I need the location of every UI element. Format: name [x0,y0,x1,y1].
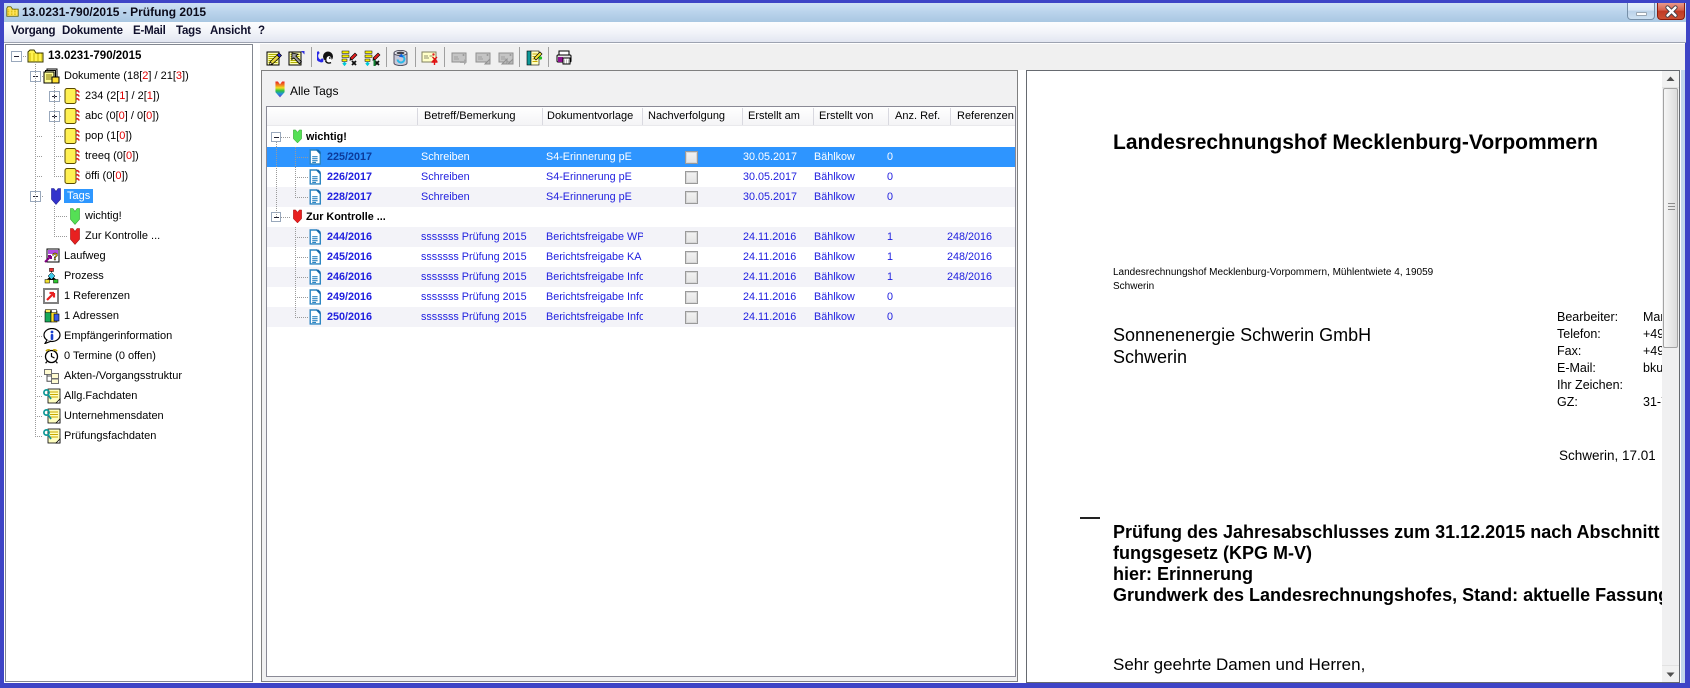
svg-text:?: ? [52,252,58,263]
